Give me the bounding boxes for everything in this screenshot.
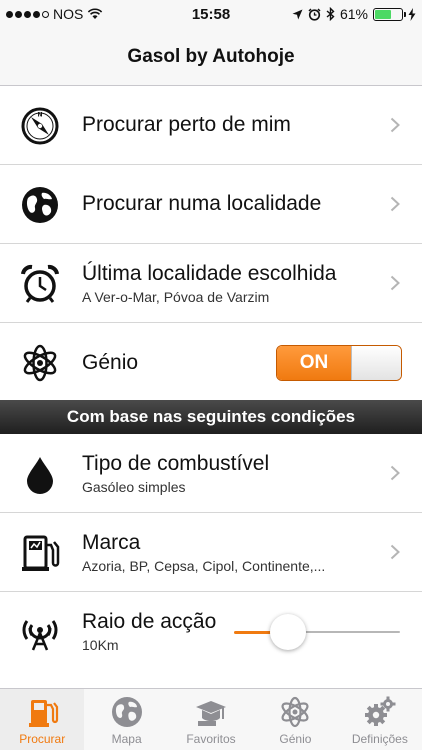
globe-icon bbox=[111, 697, 142, 727]
chevron-right-icon bbox=[390, 196, 400, 212]
tab-label: Mapa bbox=[111, 732, 142, 746]
row-texts: Raio de acção 10Km bbox=[82, 592, 216, 671]
battery-fill bbox=[375, 9, 391, 19]
atom-icon bbox=[23, 344, 57, 382]
genius-row: Génio ON bbox=[0, 323, 422, 402]
battery-percent: 61% bbox=[339, 6, 368, 22]
row-texts: Procurar numa localidade bbox=[82, 165, 321, 243]
row-subtitle: Azoria, BP, Cepsa, Cipol, Continente,... bbox=[82, 557, 326, 574]
search-nearby-row[interactable]: N Procurar perto de mim bbox=[0, 86, 422, 165]
slider-thumb[interactable] bbox=[270, 614, 307, 650]
row-texts: Tipo de combustível Gasóleo simples bbox=[82, 434, 269, 512]
charging-bolt-icon bbox=[408, 7, 416, 21]
tab-favoritos[interactable]: Favoritos bbox=[169, 689, 253, 750]
drop-icon bbox=[27, 457, 53, 494]
last-locality-row[interactable]: Última localidade escolhida A Ver-o-Mar,… bbox=[0, 244, 422, 323]
status-right: 61% bbox=[292, 6, 416, 22]
radius-row: Raio de acção 10Km bbox=[0, 592, 422, 671]
alarm-clock-icon bbox=[21, 264, 59, 303]
globe-icon bbox=[22, 187, 58, 223]
genius-toggle[interactable]: ON bbox=[276, 345, 402, 381]
fuel-pump-icon bbox=[22, 535, 60, 571]
chevron-right-icon bbox=[390, 117, 400, 133]
row-label: Última localidade escolhida bbox=[82, 261, 337, 285]
svg-text:N: N bbox=[37, 112, 42, 119]
chevron-right-icon bbox=[390, 275, 400, 291]
chevron-right-icon bbox=[390, 544, 400, 560]
bluetooth-icon bbox=[326, 7, 335, 21]
section-header: Com base nas seguintes condições bbox=[0, 400, 422, 434]
tab-label: Favoritos bbox=[186, 732, 236, 746]
status-bar: NOS 15:58 61% bbox=[0, 0, 422, 28]
graduation-cap-icon bbox=[196, 701, 227, 726]
search-locality-row[interactable]: Procurar numa localidade bbox=[0, 165, 422, 244]
row-label: Génio bbox=[82, 350, 139, 374]
row-subtitle: A Ver-o-Mar, Póvoa de Varzim bbox=[82, 288, 270, 305]
row-label: Procurar numa localidade bbox=[82, 192, 322, 215]
chevron-right-icon bbox=[390, 465, 400, 481]
row-texts: Procurar perto de mim bbox=[82, 86, 291, 164]
row-label: Raio de acção bbox=[82, 610, 217, 633]
radius-slider[interactable] bbox=[234, 614, 400, 650]
toggle-on-label: ON bbox=[277, 346, 351, 380]
location-arrow-icon bbox=[292, 9, 303, 19]
row-texts: Génio bbox=[82, 323, 138, 402]
page-title: Gasol by Autohoje bbox=[127, 45, 295, 67]
battery-icon bbox=[373, 7, 406, 21]
row-label: Tipo de combustível bbox=[82, 451, 270, 475]
tab-definicoes[interactable]: Definições bbox=[338, 689, 422, 750]
antenna-icon bbox=[22, 620, 58, 651]
row-subtitle: Gasóleo simples bbox=[82, 478, 186, 495]
compass-icon: N bbox=[21, 107, 59, 145]
tab-label: Procurar bbox=[19, 732, 66, 746]
alarm-icon bbox=[308, 7, 321, 21]
tab-label: Génio bbox=[279, 732, 312, 746]
tab-bar: Procurar Mapa Favoritos Génio Definições bbox=[0, 688, 422, 750]
row-label: Marca bbox=[82, 530, 141, 554]
tab-genio[interactable]: Génio bbox=[253, 689, 337, 750]
row-subtitle: 10Km bbox=[82, 637, 119, 653]
brand-row[interactable]: Marca Azoria, BP, Cepsa, Cipol, Continen… bbox=[0, 513, 422, 592]
row-texts: Marca Azoria, BP, Cepsa, Cipol, Continen… bbox=[82, 513, 325, 591]
row-label: Procurar perto de mim bbox=[82, 113, 291, 136]
toggle-knob bbox=[351, 346, 401, 380]
row-texts: Última localidade escolhida A Ver-o-Mar,… bbox=[82, 244, 336, 322]
tab-procurar[interactable]: Procurar bbox=[0, 689, 85, 750]
fuel-type-row[interactable]: Tipo de combustível Gasóleo simples bbox=[0, 434, 422, 513]
tab-label: Definições bbox=[351, 732, 408, 746]
fuel-pump-icon bbox=[29, 700, 59, 727]
tab-mapa[interactable]: Mapa bbox=[84, 689, 168, 750]
gears-icon bbox=[364, 696, 396, 726]
navigation-bar: Gasol by Autohoje bbox=[0, 28, 422, 86]
atom-icon bbox=[281, 696, 309, 728]
